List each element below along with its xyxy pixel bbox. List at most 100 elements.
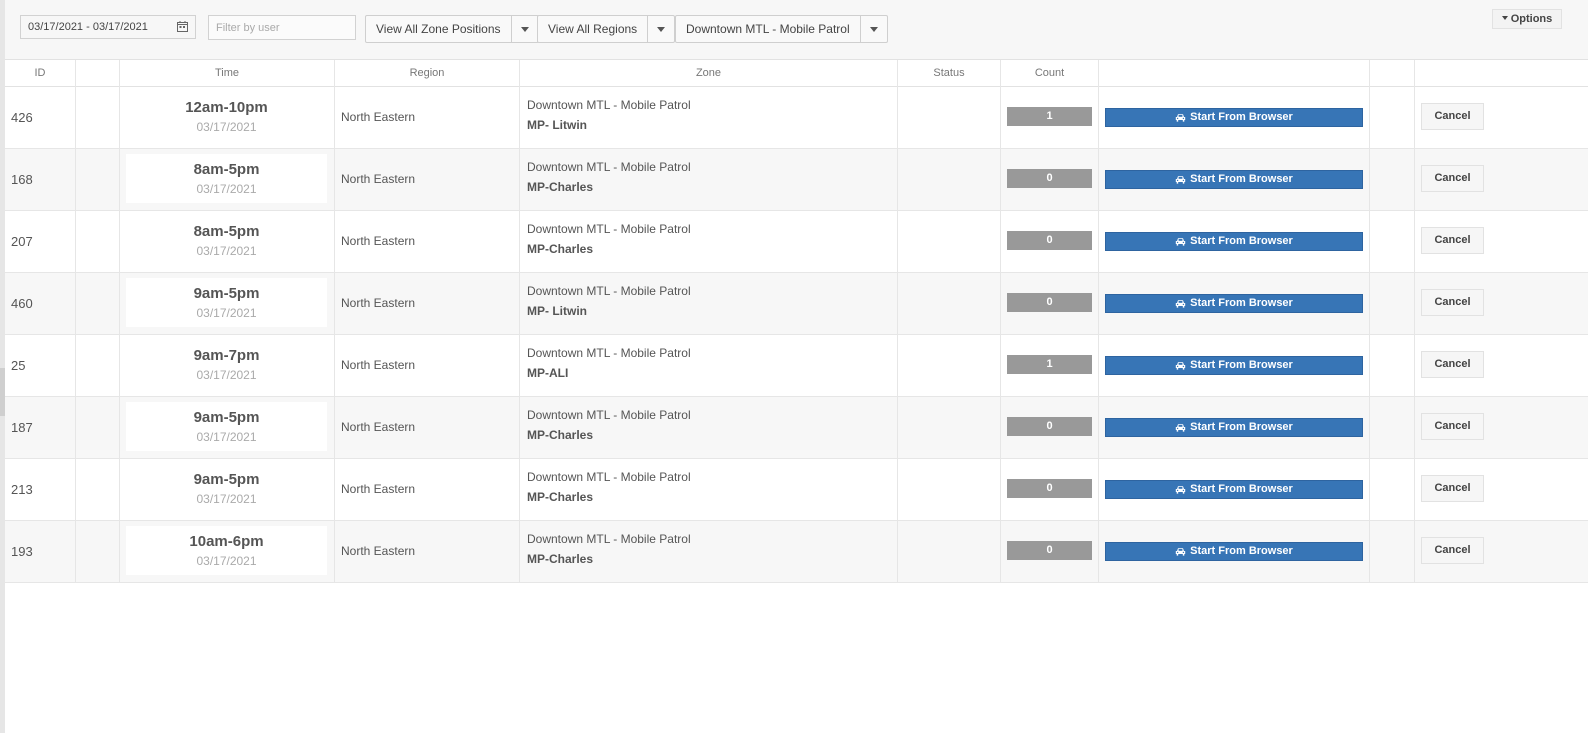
row-cancel-cell: Cancel [1415,211,1588,272]
cancel-button[interactable]: Cancel [1421,475,1484,502]
row-zone-cell: Downtown MTL - Mobile Patrol MP-Charles [520,149,898,210]
table-row[interactable]: 25 9am-7pm 03/17/2021 North Eastern Down… [5,335,1588,397]
row-count-cell: 1 [1001,87,1099,148]
cancel-button[interactable]: Cancel [1421,227,1484,254]
time-card: 9am-5pm 03/17/2021 [126,464,327,513]
regions-toggle[interactable] [647,16,674,42]
zone-name: Downtown MTL - Mobile Patrol [527,470,691,484]
row-time-cell: 9am-7pm 03/17/2021 [120,335,335,396]
table-row[interactable]: 207 8am-5pm 03/17/2021 North Eastern Dow… [5,211,1588,273]
shift-date: 03/17/2021 [196,492,257,506]
start-from-browser-button[interactable]: Start From Browser [1105,108,1363,127]
row-region: North Eastern [335,87,520,148]
table-row[interactable]: 168 8am-5pm 03/17/2021 North Eastern Dow… [5,149,1588,211]
column-header-region[interactable]: Region [335,60,520,87]
row-cancel-cell: Cancel [1415,87,1588,148]
shift-time: 8am-5pm [193,223,260,240]
cancel-button[interactable]: Cancel [1421,289,1484,316]
zone-select-dropdown[interactable]: Downtown MTL - Mobile Patrol [675,15,888,43]
row-start-cell: Start From Browser [1099,87,1370,148]
row-id: 426 [5,87,76,148]
row-count-cell: 0 [1001,149,1099,210]
row-id: 25 [5,335,76,396]
cancel-button[interactable]: Cancel [1421,165,1484,192]
time-card: 9am-5pm 03/17/2021 [126,402,327,451]
row-blank-cell-2 [1370,459,1415,520]
row-start-cell: Start From Browser [1099,397,1370,458]
count-badge: 0 [1007,541,1092,560]
options-button[interactable]: Options [1492,9,1562,29]
start-from-browser-button[interactable]: Start From Browser [1105,294,1363,313]
row-status [898,211,1001,272]
row-cancel-cell: Cancel [1415,397,1588,458]
start-from-browser-label: Start From Browser [1190,297,1293,309]
column-header-count[interactable]: Count [1001,60,1099,87]
table-row[interactable]: 187 9am-5pm 03/17/2021 North Eastern Dow… [5,397,1588,459]
shift-time: 9am-5pm [193,471,260,488]
column-header-blank [76,60,120,87]
table-row[interactable]: 193 10am-6pm 03/17/2021 North Eastern Do… [5,521,1588,583]
row-count-cell: 0 [1001,211,1099,272]
time-card: 10am-6pm 03/17/2021 [126,526,327,575]
start-from-browser-label: Start From Browser [1190,111,1293,123]
row-zone-cell: Downtown MTL - Mobile Patrol MP-Charles [520,459,898,520]
row-time-cell: 10am-6pm 03/17/2021 [120,521,335,582]
start-from-browser-button[interactable]: Start From Browser [1105,418,1363,437]
row-region: North Eastern [335,521,520,582]
table-header: ID Time Region Zone Status Count [5,59,1588,87]
row-start-cell: Start From Browser [1099,273,1370,334]
zone-positions-toggle[interactable] [510,16,538,42]
row-time-cell: 9am-5pm 03/17/2021 [120,459,335,520]
column-header-status[interactable]: Status [898,60,1001,87]
car-icon [1175,362,1186,370]
start-from-browser-label: Start From Browser [1190,235,1293,247]
calendar-icon[interactable] [177,21,188,32]
start-from-browser-button[interactable]: Start From Browser [1105,542,1363,561]
zone-positions-dropdown[interactable]: View All Zone Positions [365,15,539,43]
table-row[interactable]: 426 12am-10pm 03/17/2021 North Eastern D… [5,87,1588,149]
row-zone-cell: Downtown MTL - Mobile Patrol MP- Litwin [520,87,898,148]
chevron-down-icon [520,27,529,32]
caret-down-icon [1501,16,1508,20]
regions-label[interactable]: View All Regions [538,16,647,42]
row-region: North Eastern [335,273,520,334]
zone-select-toggle[interactable] [859,16,887,42]
count-badge: 0 [1007,169,1092,188]
shift-date: 03/17/2021 [196,244,257,258]
row-blank-cell-2 [1370,521,1415,582]
filter-by-user-input[interactable] [208,15,356,40]
zone-positions-label[interactable]: View All Zone Positions [366,16,511,42]
cancel-button[interactable]: Cancel [1421,103,1484,130]
shift-time: 9am-7pm [193,347,260,364]
start-from-browser-button[interactable]: Start From Browser [1105,356,1363,375]
column-header-blank-2 [1370,60,1415,87]
shift-time: 10am-6pm [189,533,264,550]
shift-date: 03/17/2021 [196,182,257,196]
start-from-browser-button[interactable]: Start From Browser [1105,170,1363,189]
column-header-zone[interactable]: Zone [520,60,898,87]
column-header-time[interactable]: Time [120,60,335,87]
time-card: 8am-5pm 03/17/2021 [126,216,327,265]
count-badge: 1 [1007,107,1092,126]
regions-dropdown[interactable]: View All Regions [537,15,676,43]
row-count-cell: 0 [1001,273,1099,334]
zone-name: Downtown MTL - Mobile Patrol [527,408,691,422]
cancel-button[interactable]: Cancel [1421,537,1484,564]
row-blank-cell-2 [1370,211,1415,272]
date-range-picker[interactable]: 03/17/2021 - 03/17/2021 [20,15,196,39]
start-from-browser-label: Start From Browser [1190,359,1293,371]
time-card: 9am-7pm 03/17/2021 [126,340,327,389]
start-from-browser-button[interactable]: Start From Browser [1105,480,1363,499]
row-region: North Eastern [335,397,520,458]
row-blank-cell-2 [1370,273,1415,334]
table-row[interactable]: 460 9am-5pm 03/17/2021 North Eastern Dow… [5,273,1588,335]
row-count-cell: 1 [1001,335,1099,396]
table-row[interactable]: 213 9am-5pm 03/17/2021 North Eastern Dow… [5,459,1588,521]
column-header-id[interactable]: ID [5,60,76,87]
start-from-browser-button[interactable]: Start From Browser [1105,232,1363,251]
cancel-button[interactable]: Cancel [1421,413,1484,440]
zone-select-label[interactable]: Downtown MTL - Mobile Patrol [676,16,860,42]
options-label: Options [1510,13,1553,25]
shift-time: 9am-5pm [193,285,260,302]
cancel-button[interactable]: Cancel [1421,351,1484,378]
